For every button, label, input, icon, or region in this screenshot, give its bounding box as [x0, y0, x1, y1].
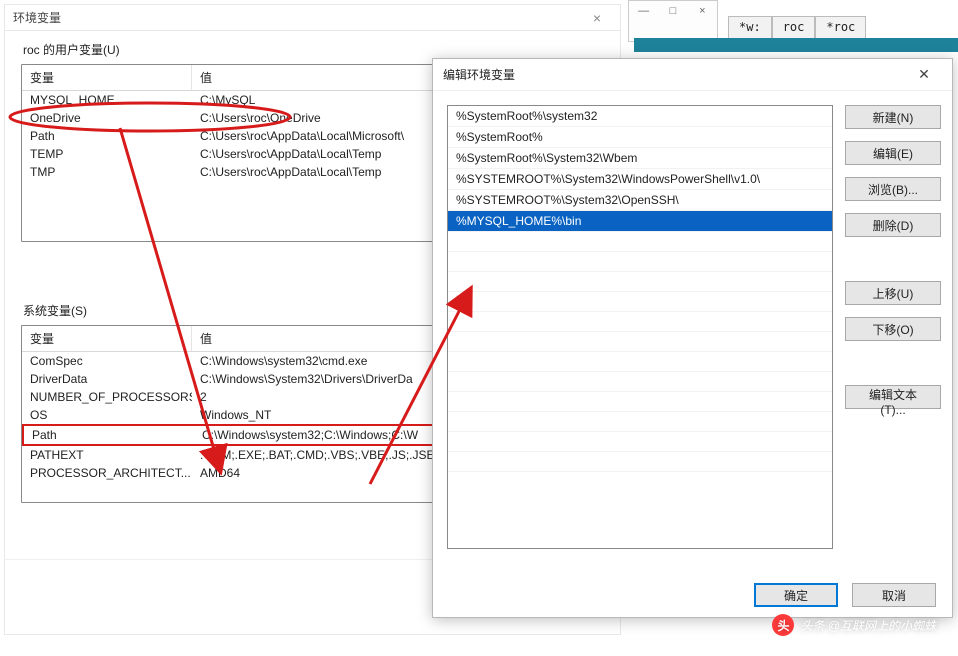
cancel-button[interactable]: 取消 [852, 583, 936, 607]
background-strip [634, 38, 958, 52]
dialog-title: 环境变量 [13, 9, 582, 26]
bg-tab[interactable]: roc [772, 16, 816, 39]
cell-name: NUMBER_OF_PROCESSORS [22, 388, 192, 406]
list-item[interactable] [448, 432, 832, 452]
close-icon[interactable]: ✕ [906, 66, 942, 83]
list-item[interactable]: %SystemRoot%\system32 [448, 106, 832, 127]
dialog-body: %SystemRoot%\system32 %SystemRoot% %Syst… [433, 91, 952, 573]
watermark-badge-icon: 头 [772, 614, 794, 636]
cell-name: OneDrive [22, 109, 192, 127]
delete-button[interactable]: 删除(D) [845, 213, 941, 237]
list-item[interactable] [448, 252, 832, 272]
close-icon[interactable]: × [582, 10, 612, 26]
titlebar: 编辑环境变量 ✕ [433, 59, 952, 91]
col-var[interactable]: 变量 [22, 326, 192, 351]
list-item[interactable] [448, 232, 832, 252]
watermark-text: 头条 @互联网上的小蜘蛛 [800, 617, 936, 634]
col-var[interactable]: 变量 [22, 65, 192, 90]
list-item[interactable]: %SystemRoot%\System32\Wbem [448, 148, 832, 169]
list-item[interactable] [448, 272, 832, 292]
list-item[interactable] [448, 352, 832, 372]
edit-text-button[interactable]: 编辑文本(T)... [845, 385, 941, 409]
cell-name: PATHEXT [22, 446, 192, 464]
dialog-footer: 确定 取消 [433, 573, 952, 617]
new-button[interactable]: 新建(N) [845, 105, 941, 129]
list-item[interactable]: %SYSTEMROOT%\System32\WindowsPowerShell\… [448, 169, 832, 190]
movedown-button[interactable]: 下移(O) [845, 317, 941, 341]
bg-tab[interactable]: *w: [728, 16, 772, 39]
side-buttons: 新建(N) 编辑(E) 浏览(B)... 删除(D) 上移(U) 下移(O) 编… [845, 105, 941, 409]
list-item[interactable] [448, 292, 832, 312]
background-window: — □ × [628, 0, 718, 42]
edit-button[interactable]: 编辑(E) [845, 141, 941, 165]
list-item[interactable]: %SYSTEMROOT%\System32\OpenSSH\ [448, 190, 832, 211]
cell-name: OS [22, 406, 192, 424]
list-item[interactable] [448, 412, 832, 432]
cell-name: ComSpec [22, 352, 192, 370]
background-tabs: *w: roc *roc [728, 16, 866, 39]
moveup-button[interactable]: 上移(U) [845, 281, 941, 305]
list-item[interactable] [448, 312, 832, 332]
list-item[interactable] [448, 392, 832, 412]
browse-button[interactable]: 浏览(B)... [845, 177, 941, 201]
watermark: 头 头条 @互联网上的小蜘蛛 [772, 614, 936, 636]
cell-name: DriverData [22, 370, 192, 388]
list-item-selected[interactable]: %MYSQL_HOME%\bin [448, 211, 832, 232]
list-item[interactable] [448, 452, 832, 472]
cell-name: TMP [22, 163, 192, 181]
cell-name: TEMP [22, 145, 192, 163]
dialog-title: 编辑环境变量 [443, 66, 906, 83]
list-item[interactable] [448, 332, 832, 352]
cell-name: Path [22, 127, 192, 145]
ok-button[interactable]: 确定 [754, 583, 838, 607]
list-item[interactable]: %SystemRoot% [448, 127, 832, 148]
cell-name: PROCESSOR_ARCHITECT... [22, 464, 192, 482]
bg-tab[interactable]: *roc [815, 16, 866, 39]
user-vars-label: roc 的用户变量(U) [23, 41, 620, 58]
path-listbox[interactable]: %SystemRoot%\system32 %SystemRoot% %Syst… [447, 105, 833, 549]
close-icon[interactable]: × [688, 1, 717, 21]
titlebar: 环境变量 × [5, 5, 620, 31]
edit-path-dialog: 编辑环境变量 ✕ %SystemRoot%\system32 %SystemRo… [432, 58, 953, 618]
list-item[interactable] [448, 372, 832, 392]
maximize-icon[interactable]: □ [658, 1, 687, 21]
cell-name: Path [24, 426, 194, 444]
minimize-icon[interactable]: — [629, 1, 658, 21]
cell-name: MYSQL_HOME [22, 91, 192, 109]
